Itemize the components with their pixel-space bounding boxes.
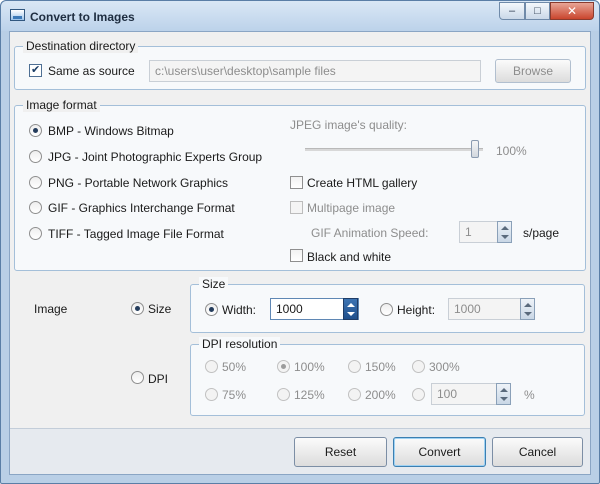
dpi-group-label: DPI resolution bbox=[199, 337, 281, 351]
black-white-label[interactable]: Black and white bbox=[307, 250, 391, 264]
close-button[interactable]: ✕ bbox=[550, 2, 594, 20]
image-label: Image bbox=[34, 302, 68, 316]
same-as-source-checkbox[interactable] bbox=[29, 63, 42, 77]
jpeg-quality-label: JPEG image's quality: bbox=[290, 118, 408, 132]
dpi-custom-spinner[interactable] bbox=[496, 383, 511, 405]
dpi-mode-radio[interactable] bbox=[131, 371, 144, 384]
same-as-source-label[interactable]: Same as source bbox=[48, 64, 135, 78]
format-radio-gif[interactable] bbox=[29, 201, 42, 214]
jpeg-quality-slider-track[interactable] bbox=[305, 148, 483, 151]
black-white-checkbox[interactable] bbox=[290, 249, 303, 262]
dpi-radio-200[interactable] bbox=[348, 388, 361, 401]
width-spinner[interactable] bbox=[343, 298, 358, 320]
height-radio[interactable] bbox=[380, 303, 393, 316]
jpeg-quality-value: 100% bbox=[496, 144, 527, 158]
title-bar[interactable]: Convert to Images – □ ✕ bbox=[1, 1, 599, 31]
format-label-tiff[interactable]: TIFF - Tagged Image File Format bbox=[48, 227, 224, 241]
format-radio-bmp[interactable] bbox=[29, 124, 42, 137]
format-label-bmp[interactable]: BMP - Windows Bitmap bbox=[48, 124, 174, 138]
image-format-group-label: Image format bbox=[23, 98, 100, 112]
multipage-label[interactable]: Multipage image bbox=[307, 201, 395, 215]
size-group-label: Size bbox=[199, 277, 229, 291]
gif-speed-unit: s/page bbox=[523, 226, 560, 240]
jpeg-quality-slider-thumb[interactable] bbox=[471, 140, 479, 158]
html-gallery-checkbox[interactable] bbox=[290, 176, 303, 189]
width-label[interactable]: Width: bbox=[222, 303, 256, 317]
width-radio[interactable] bbox=[205, 303, 218, 316]
cancel-button[interactable]: Cancel bbox=[492, 437, 583, 467]
height-spinner[interactable] bbox=[520, 298, 535, 320]
size-mode-label[interactable]: Size bbox=[148, 302, 171, 316]
format-radio-png[interactable] bbox=[29, 176, 42, 189]
dpi-radio-75[interactable] bbox=[205, 388, 218, 401]
convert-button[interactable]: Convert bbox=[393, 437, 486, 467]
size-group: Size Width: 1000 Height: 1000 bbox=[190, 277, 585, 333]
browse-button[interactable]: Browse bbox=[495, 59, 571, 83]
image-format-group: Image format BMP - Windows Bitmap JPG - … bbox=[14, 98, 586, 271]
dpi-resolution-group: DPI resolution 50% 100% 150% 300% 75% 12… bbox=[190, 337, 585, 416]
dpi-label-300[interactable]: 300% bbox=[429, 360, 460, 374]
size-mode-radio[interactable] bbox=[131, 302, 144, 315]
dpi-label-100[interactable]: 100% bbox=[294, 360, 325, 374]
destination-directory-group: Destination directory Same as source c:\… bbox=[14, 39, 586, 90]
maximize-button[interactable]: □ bbox=[525, 2, 550, 20]
dpi-radio-150[interactable] bbox=[348, 360, 361, 373]
dpi-label-125[interactable]: 125% bbox=[294, 388, 325, 402]
format-radio-tiff[interactable] bbox=[29, 227, 42, 240]
dpi-radio-125[interactable] bbox=[277, 388, 290, 401]
minimize-button[interactable]: – bbox=[499, 2, 525, 20]
format-label-gif[interactable]: GIF - Graphics Interchange Format bbox=[48, 201, 235, 215]
dpi-radio-custom[interactable] bbox=[412, 388, 425, 401]
dpi-label-200[interactable]: 200% bbox=[365, 388, 396, 402]
height-label[interactable]: Height: bbox=[397, 303, 435, 317]
dpi-label-50[interactable]: 50% bbox=[222, 360, 246, 374]
dpi-radio-50[interactable] bbox=[205, 360, 218, 373]
dpi-custom-unit: % bbox=[524, 388, 535, 402]
dialog-client-area: Destination directory Same as source c:\… bbox=[9, 31, 591, 475]
format-label-png[interactable]: PNG - Portable Network Graphics bbox=[48, 176, 228, 190]
convert-to-images-window: Convert to Images – □ ✕ Destination dire… bbox=[0, 0, 600, 484]
dpi-radio-300[interactable] bbox=[412, 360, 425, 373]
destination-path-input[interactable]: c:\users\user\desktop\sample files bbox=[149, 60, 481, 82]
reset-button[interactable]: Reset bbox=[294, 437, 387, 467]
format-radio-jpg[interactable] bbox=[29, 150, 42, 163]
destination-group-label: Destination directory bbox=[23, 39, 139, 53]
dpi-label-75[interactable]: 75% bbox=[222, 388, 246, 402]
gif-speed-label: GIF Animation Speed: bbox=[311, 226, 429, 240]
gif-speed-spinner[interactable] bbox=[497, 221, 512, 243]
format-label-jpg[interactable]: JPG - Joint Photographic Experts Group bbox=[48, 150, 262, 164]
dpi-label-150[interactable]: 150% bbox=[365, 360, 396, 374]
window-title: Convert to Images bbox=[30, 10, 135, 24]
app-icon bbox=[10, 9, 25, 21]
dpi-mode-label[interactable]: DPI bbox=[148, 372, 168, 386]
dpi-radio-100[interactable] bbox=[277, 360, 290, 373]
multipage-checkbox[interactable] bbox=[290, 201, 303, 214]
html-gallery-label[interactable]: Create HTML gallery bbox=[307, 176, 417, 190]
dialog-button-bar: Reset Convert Cancel bbox=[10, 428, 590, 474]
